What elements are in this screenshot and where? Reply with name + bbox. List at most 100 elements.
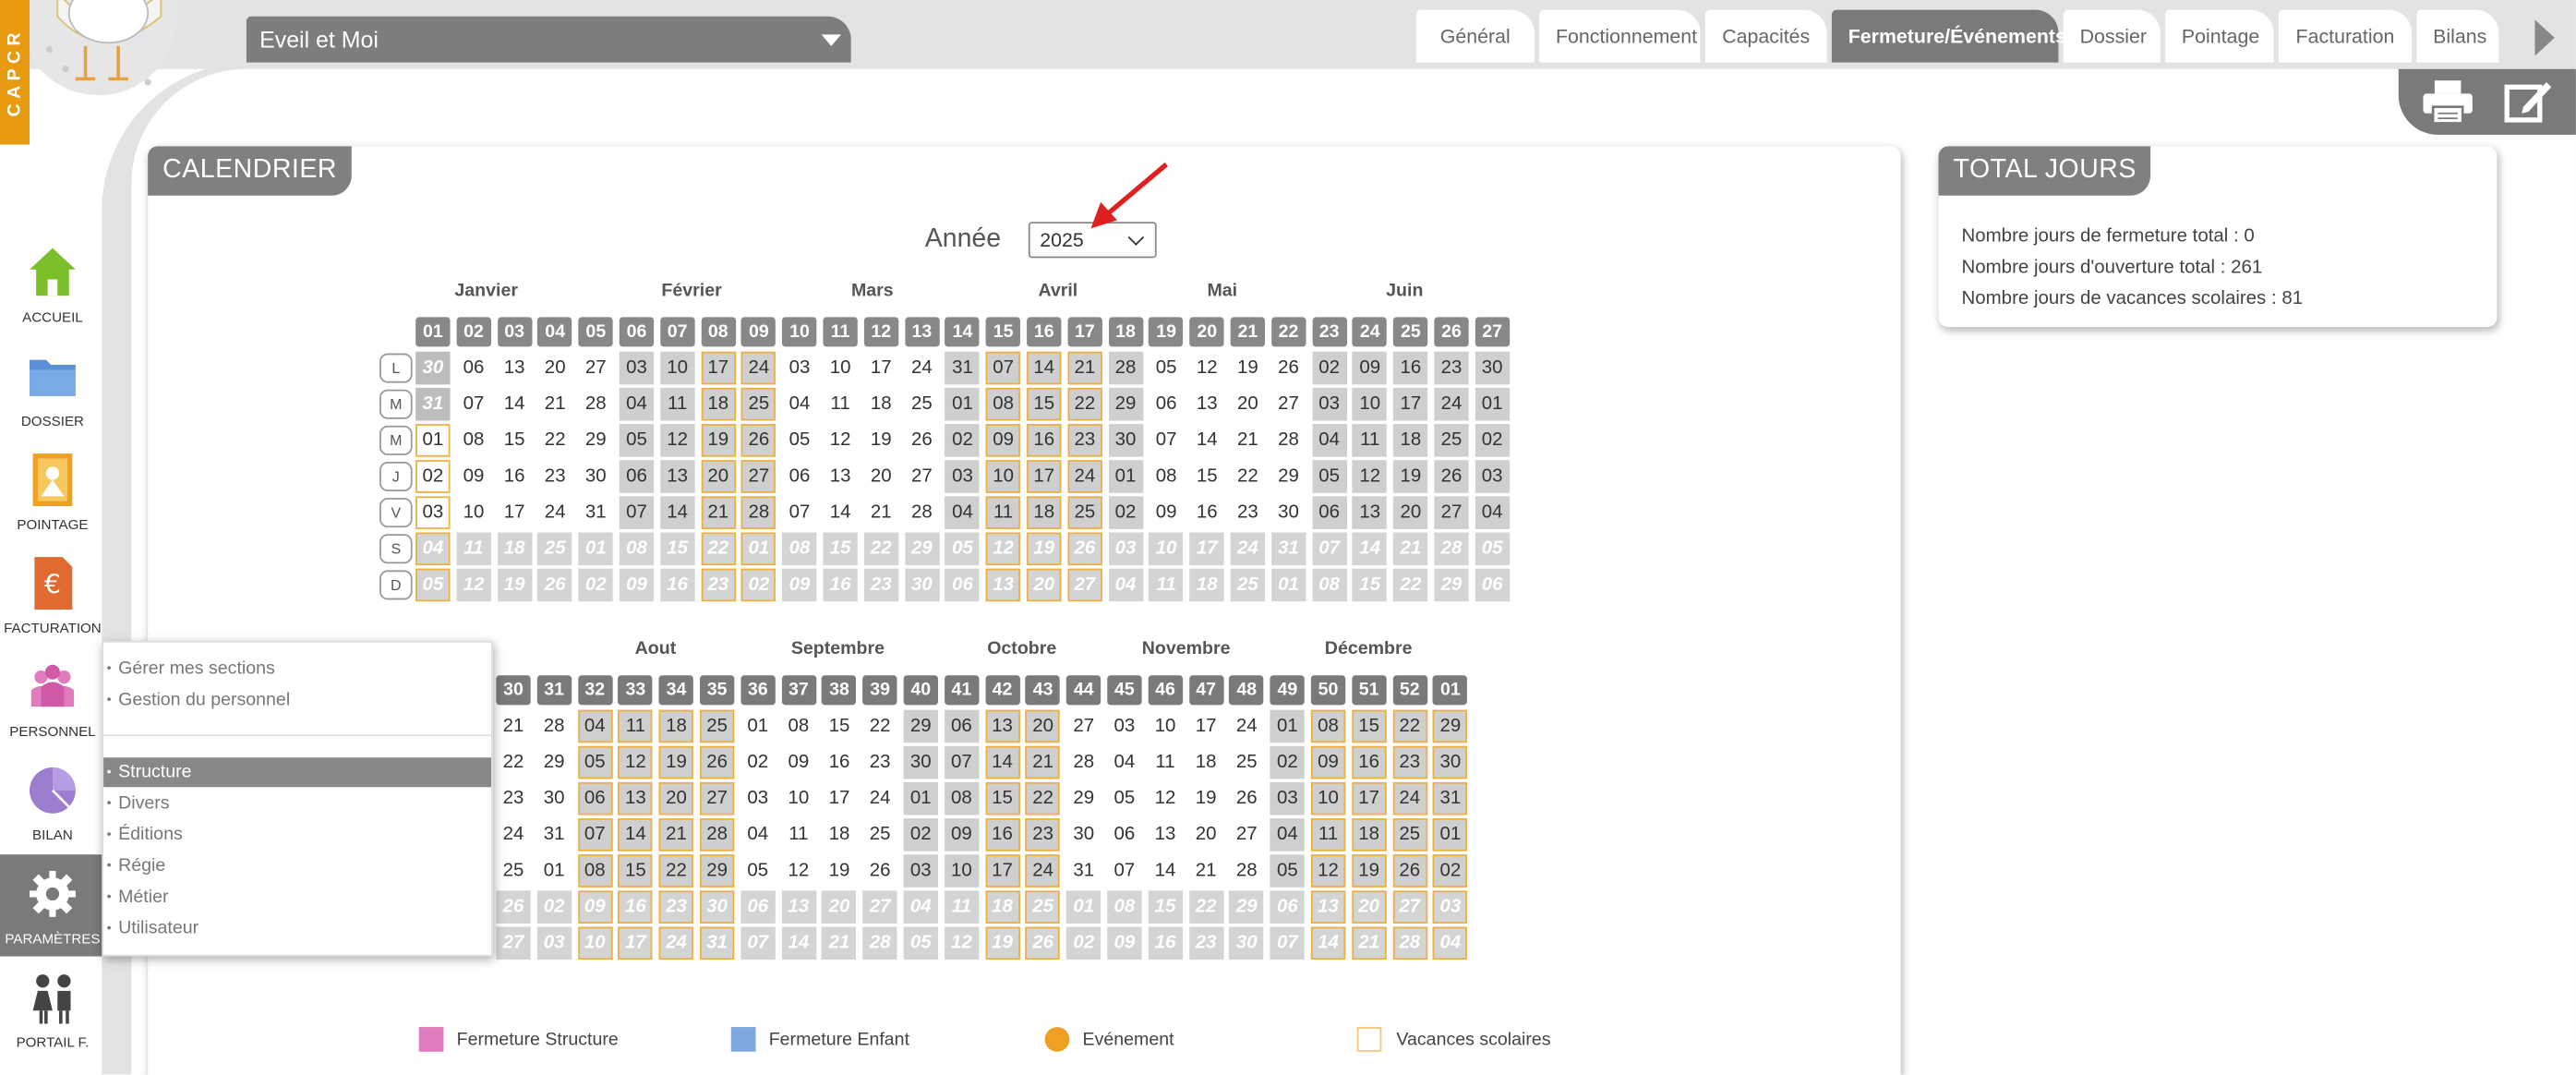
- calendar-day[interactable]: 03: [945, 460, 981, 493]
- calendar-day[interactable]: 22: [1025, 781, 1061, 815]
- calendar-day[interactable]: 05: [903, 926, 938, 960]
- calendar-day[interactable]: 07: [782, 496, 816, 529]
- calendar-day[interactable]: 30: [699, 890, 735, 924]
- edit-icon[interactable]: [2504, 78, 2553, 127]
- calendar-day[interactable]: 28: [699, 818, 735, 852]
- calendar-day[interactable]: 11: [781, 818, 815, 852]
- calendar-day[interactable]: 19: [1352, 854, 1387, 888]
- calendar-day[interactable]: 23: [1188, 926, 1223, 960]
- calendar-day[interactable]: 28: [1434, 532, 1469, 566]
- calendar-day[interactable]: 04: [619, 387, 655, 421]
- calendar-day[interactable]: 31: [1433, 781, 1468, 815]
- calendar-day[interactable]: 27: [1392, 890, 1427, 924]
- calendar-day[interactable]: 04: [1475, 496, 1510, 529]
- calendar-day[interactable]: 12: [456, 568, 491, 602]
- calendar-day[interactable]: 04: [1311, 424, 1347, 457]
- calendar-day[interactable]: 01: [415, 424, 451, 457]
- calendar-day[interactable]: 13: [497, 352, 531, 385]
- calendar-day[interactable]: 06: [944, 709, 980, 743]
- calendar-day[interactable]: 21: [864, 496, 898, 529]
- calendar-day[interactable]: 03: [1270, 781, 1306, 815]
- calendar-day[interactable]: 02: [1270, 745, 1306, 779]
- calendar-day[interactable]: 11: [1353, 424, 1388, 457]
- tab-scroll-right-icon[interactable]: [2534, 19, 2555, 56]
- calendar-day[interactable]: 11: [456, 532, 491, 566]
- calendar-day[interactable]: 31: [536, 818, 571, 852]
- calendar-day[interactable]: 25: [1230, 746, 1264, 779]
- calendar-day[interactable]: 20: [1352, 890, 1387, 924]
- calendar-day[interactable]: 09: [619, 568, 655, 602]
- calendar-day[interactable]: 17: [864, 352, 898, 385]
- calendar-day[interactable]: 01: [1475, 387, 1510, 421]
- calendar-day[interactable]: 05: [1311, 460, 1347, 493]
- tab-fonctionnement[interactable]: Fonctionnement: [1539, 9, 1701, 63]
- calendar-day[interactable]: 01: [741, 532, 776, 566]
- calendar-day[interactable]: 29: [579, 424, 613, 457]
- menu-item-utilisateur[interactable]: Utilisateur: [103, 913, 491, 943]
- calendar-day[interactable]: 21: [658, 818, 694, 852]
- calendar-day[interactable]: 03: [1433, 890, 1468, 924]
- calendar-day[interactable]: 28: [862, 926, 897, 960]
- calendar-day[interactable]: 02: [1066, 926, 1101, 960]
- calendar-day[interactable]: 29: [1066, 782, 1101, 815]
- calendar-day[interactable]: 09: [456, 460, 490, 493]
- calendar-day[interactable]: 11: [618, 709, 654, 743]
- calendar-day[interactable]: 18: [701, 387, 736, 421]
- calendar-day[interactable]: 19: [822, 854, 856, 888]
- calendar-day[interactable]: 25: [1434, 424, 1469, 457]
- calendar-day[interactable]: 03: [1108, 532, 1143, 566]
- calendar-day[interactable]: 04: [945, 496, 981, 529]
- calendar-day[interactable]: 15: [1148, 890, 1183, 924]
- calendar-day[interactable]: 30: [904, 568, 940, 602]
- calendar-day[interactable]: 26: [699, 745, 735, 779]
- calendar-day[interactable]: 22: [701, 532, 736, 566]
- calendar-day[interactable]: 05: [1149, 352, 1183, 385]
- calendar-day[interactable]: 30: [1271, 496, 1306, 529]
- calendar-day[interactable]: 10: [659, 351, 695, 385]
- calendar-day[interactable]: 13: [618, 781, 654, 815]
- calendar-day[interactable]: 08: [1107, 890, 1142, 924]
- sidebar-item-facturation[interactable]: € FACTURATION: [0, 544, 105, 646]
- calendar-day[interactable]: 16: [1190, 496, 1224, 529]
- calendar-day[interactable]: 02: [536, 890, 572, 924]
- calendar-day[interactable]: 03: [415, 496, 451, 529]
- calendar-day[interactable]: 09: [1353, 351, 1388, 385]
- calendar-day[interactable]: 30: [536, 782, 571, 815]
- calendar-day[interactable]: 10: [781, 782, 815, 815]
- calendar-day[interactable]: 30: [903, 745, 938, 779]
- calendar-day[interactable]: 03: [1311, 387, 1347, 421]
- menu-item-regie[interactable]: Régie: [103, 852, 491, 881]
- calendar-day[interactable]: 20: [864, 460, 898, 493]
- calendar-day[interactable]: 10: [944, 854, 980, 888]
- menu-item-structure[interactable]: Structure: [103, 757, 492, 788]
- calendar-day[interactable]: 28: [1230, 854, 1264, 888]
- calendar-day[interactable]: 02: [415, 460, 451, 493]
- calendar-day[interactable]: 30: [1229, 926, 1264, 960]
- calendar-day[interactable]: 17: [1189, 532, 1224, 566]
- calendar-day[interactable]: 27: [1066, 710, 1101, 743]
- calendar-day[interactable]: 05: [782, 424, 816, 457]
- calendar-day[interactable]: 16: [822, 746, 856, 779]
- calendar-day[interactable]: 24: [741, 351, 776, 385]
- calendar-day[interactable]: 09: [1107, 926, 1142, 960]
- calendar-day[interactable]: 18: [822, 818, 856, 852]
- calendar-day[interactable]: 11: [659, 387, 695, 421]
- calendar-day[interactable]: 02: [741, 568, 776, 602]
- calendar-day[interactable]: 24: [538, 496, 572, 529]
- calendar-day[interactable]: 03: [1475, 460, 1510, 493]
- calendar-day[interactable]: 17: [822, 782, 856, 815]
- calendar-day[interactable]: 14: [618, 818, 654, 852]
- calendar-day[interactable]: 09: [782, 568, 817, 602]
- sidebar-item-pointage[interactable]: POINTAGE: [0, 441, 105, 542]
- calendar-day[interactable]: 24: [905, 352, 939, 385]
- calendar-day[interactable]: 23: [1231, 496, 1265, 529]
- calendar-day[interactable]: 25: [1392, 818, 1427, 852]
- calendar-day[interactable]: 29: [1108, 387, 1143, 421]
- calendar-day[interactable]: 07: [944, 745, 980, 779]
- calendar-day[interactable]: 18: [984, 890, 1020, 924]
- calendar-day[interactable]: 31: [1270, 532, 1306, 566]
- calendar-day[interactable]: 14: [823, 496, 857, 529]
- calendar-day[interactable]: 26: [1434, 460, 1469, 493]
- calendar-day[interactable]: 24: [1067, 460, 1102, 493]
- calendar-day[interactable]: 27: [862, 890, 897, 924]
